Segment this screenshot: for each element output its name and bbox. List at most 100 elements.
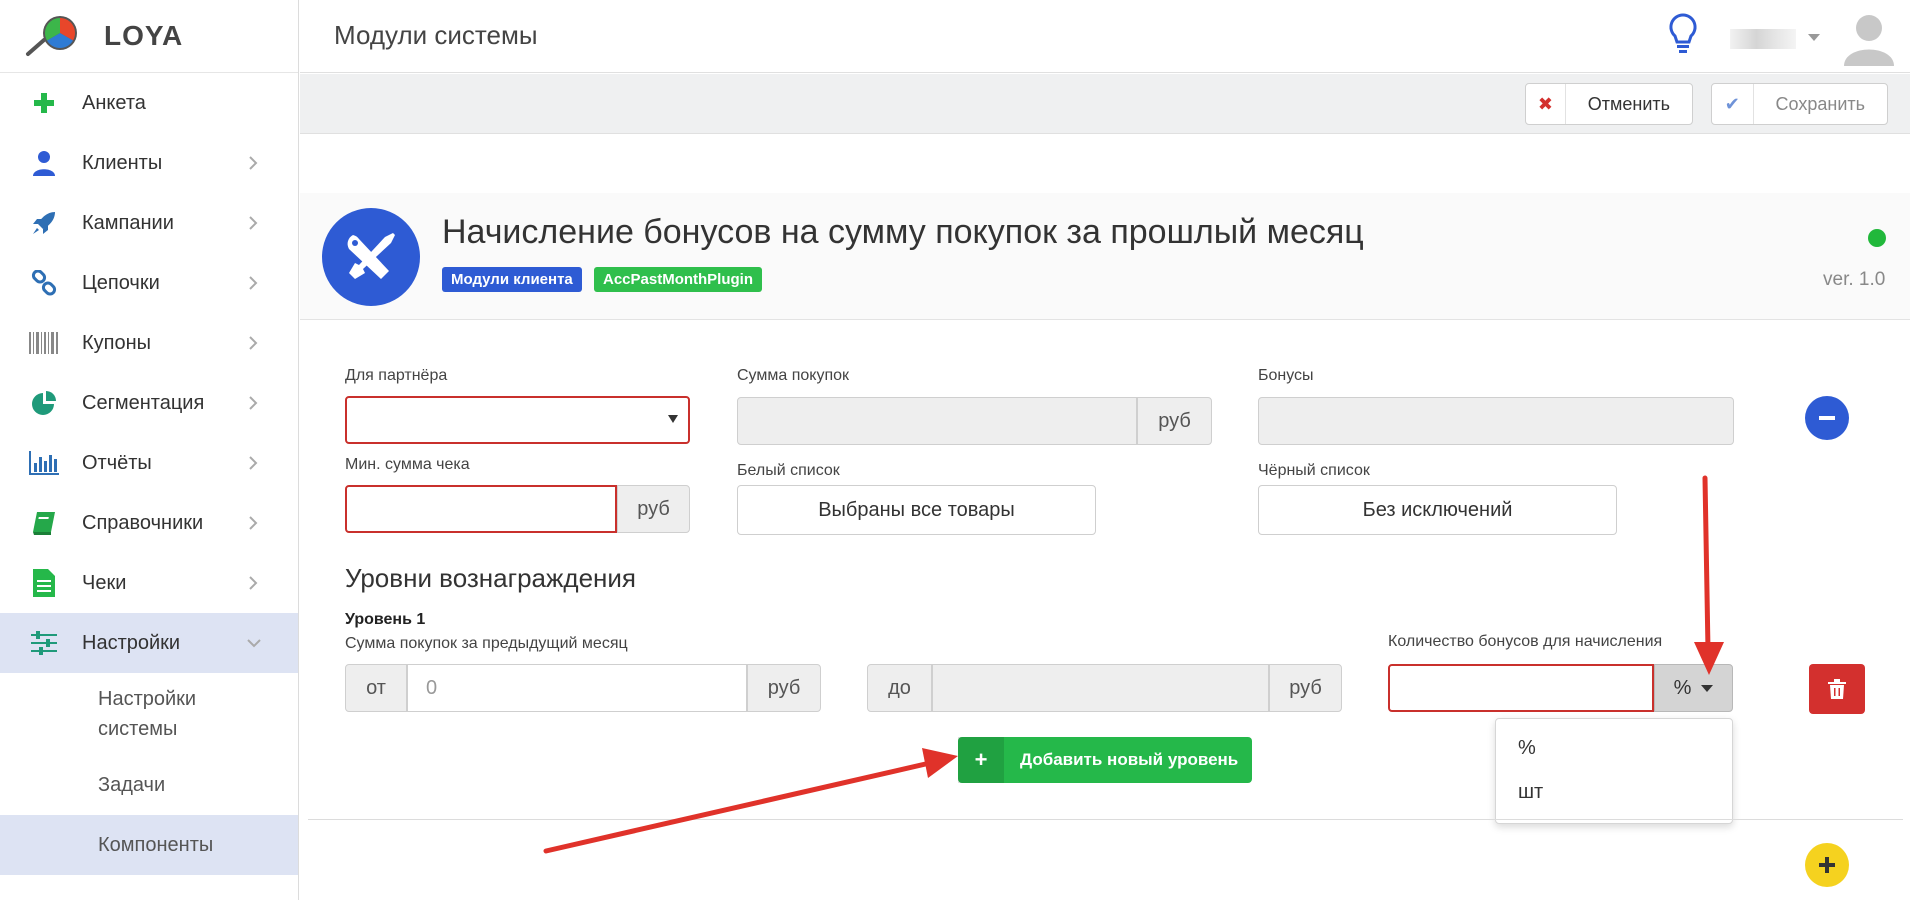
divider	[308, 819, 1903, 820]
sidebar-item-clients[interactable]: Клиенты	[0, 133, 298, 193]
sidebar-item-label: Купоны	[82, 331, 152, 354]
bonus-amount-label: Количество бонусов для начисления	[1388, 633, 1663, 650]
app-name: LOYA	[104, 20, 184, 51]
sidebar-item-coupons[interactable]: Купоны	[0, 313, 298, 373]
plus-icon	[28, 87, 60, 119]
chevron-down-icon	[247, 639, 261, 648]
plus-icon	[1819, 857, 1835, 873]
loya-logo-icon	[26, 16, 77, 56]
category-badge: Модули клиента	[442, 267, 582, 292]
check-icon: ✔	[1712, 84, 1754, 124]
chevron-right-icon	[249, 516, 258, 530]
top-bar: Модули системы	[300, 0, 1910, 73]
bar-chart-icon	[28, 447, 60, 479]
from-value: 0	[426, 677, 438, 699]
cancel-button[interactable]: ✖ Отменить	[1525, 83, 1693, 125]
sidebar-item-chains[interactable]: Цепочки	[0, 253, 298, 313]
person-icon	[28, 147, 60, 179]
sliders-icon	[28, 627, 60, 659]
plugin-badge: AccPastMonthPlugin	[594, 267, 763, 292]
sidebar-item-anketa[interactable]: Анкета	[0, 73, 298, 133]
to-prefix: до	[867, 664, 932, 712]
bonus-amount-input[interactable]	[1388, 664, 1654, 712]
module-header: Начисление бонусов на сумму покупок за п…	[300, 193, 1910, 320]
minus-icon	[1819, 416, 1835, 420]
chevron-right-icon	[249, 576, 258, 590]
trash-icon	[1828, 679, 1846, 699]
partner-select[interactable]	[345, 396, 690, 444]
sidebar-item-references[interactable]: Справочники	[0, 493, 298, 553]
sidebar-subitem-label: Задачи	[98, 774, 166, 796]
chevron-right-icon	[249, 396, 258, 410]
sidebar-subitem-label: Компоненты	[98, 834, 214, 856]
sidebar-subitem-system-settings[interactable]: Настройки системы	[0, 673, 299, 755]
delete-level-button[interactable]	[1809, 664, 1865, 714]
pie-chart-icon	[28, 387, 60, 419]
close-icon: ✖	[1526, 84, 1566, 124]
chevron-right-icon	[249, 456, 258, 470]
min-check-input[interactable]	[345, 485, 617, 533]
add-level-button[interactable]: + Добавить новый уровень	[958, 737, 1252, 783]
sidebar-item-campaigns[interactable]: Кампании	[0, 193, 298, 253]
caret-down-icon[interactable]	[1808, 34, 1820, 41]
blacklist-button[interactable]: Без исключений	[1258, 485, 1617, 535]
to-input[interactable]	[932, 664, 1269, 712]
logo[interactable]: LOYA	[0, 0, 298, 73]
cancel-label: Отменить	[1587, 93, 1670, 114]
action-bar: ✖ Отменить ✔ Сохранить	[300, 74, 1910, 134]
bonus-unit-selected: %	[1673, 676, 1692, 699]
annotation-arrowhead-right	[922, 748, 958, 778]
tools-icon	[347, 233, 395, 279]
sidebar-item-settings[interactable]: Настройки	[0, 613, 298, 673]
whitelist-label: Белый список	[737, 462, 840, 479]
partner-label: Для партнёра	[345, 367, 448, 384]
min-check-label: Мин. сумма чека	[345, 456, 470, 473]
from-input[interactable]: 0	[407, 664, 747, 712]
sidebar-item-label: Клиенты	[82, 151, 163, 174]
save-label: Сохранить	[1775, 93, 1865, 114]
purchase-sum-input[interactable]	[737, 397, 1137, 445]
plus-icon: +	[958, 737, 1004, 783]
level-title: Уровень 1	[345, 611, 426, 628]
bonuses-label: Бонусы	[1258, 367, 1314, 384]
save-button[interactable]: ✔ Сохранить	[1711, 83, 1888, 125]
sidebar-item-label: Настройки	[82, 631, 181, 654]
sidebar-subitem-components[interactable]: Компоненты	[0, 815, 298, 875]
sidebar-item-segmentation[interactable]: Сегментация	[0, 373, 298, 433]
sidebar-subitem-tasks[interactable]: Задачи	[0, 755, 298, 815]
reward-levels-title: Уровни вознаграждения	[345, 563, 637, 593]
chain-icon	[28, 267, 60, 299]
add-condition-button[interactable]	[1805, 843, 1849, 887]
bonuses-input[interactable]	[1258, 397, 1734, 445]
caret-down-icon	[1701, 684, 1714, 692]
annotation-arrow-down	[1702, 475, 1711, 653]
purchase-sum-unit: руб	[1137, 397, 1212, 445]
chevron-right-icon	[249, 156, 258, 170]
to-unit: руб	[1269, 664, 1342, 712]
bonus-unit-option-pieces[interactable]: шт	[1518, 781, 1543, 804]
sidebar-item-label: Сегментация	[82, 391, 205, 414]
book-icon	[28, 507, 60, 539]
sidebar-item-label: Справочники	[82, 511, 204, 534]
receipt-icon	[28, 567, 60, 599]
lightbulb-icon[interactable]	[1665, 12, 1701, 56]
page-title: Модули системы	[334, 20, 538, 50]
user-name-blurred[interactable]	[1730, 29, 1796, 49]
bonus-unit-menu: % шт	[1495, 718, 1733, 824]
module-version: ver. 1.0	[1823, 269, 1886, 290]
avatar[interactable]	[1840, 8, 1898, 66]
min-check-unit: руб	[617, 485, 690, 533]
whitelist-button[interactable]: Выбраны все товары	[737, 485, 1096, 535]
from-prefix: от	[345, 664, 407, 712]
module-icon	[322, 208, 420, 306]
blacklist-label: Чёрный список	[1258, 462, 1370, 479]
sidebar-item-reports[interactable]: Отчёты	[0, 433, 298, 493]
chevron-right-icon	[249, 336, 258, 350]
sidebar-item-receipts[interactable]: Чеки	[0, 553, 298, 613]
sidebar: LOYA Анкета Клиенты Кампании Цепочки Куп…	[0, 0, 299, 900]
bonus-unit-option-percent[interactable]: %	[1518, 737, 1536, 760]
status-indicator	[1868, 229, 1886, 247]
bonus-unit-dropdown[interactable]: %	[1654, 664, 1733, 712]
remove-condition-button[interactable]	[1805, 396, 1849, 440]
app-root: LOYA Анкета Клиенты Кампании Цепочки Куп…	[0, 0, 1910, 900]
